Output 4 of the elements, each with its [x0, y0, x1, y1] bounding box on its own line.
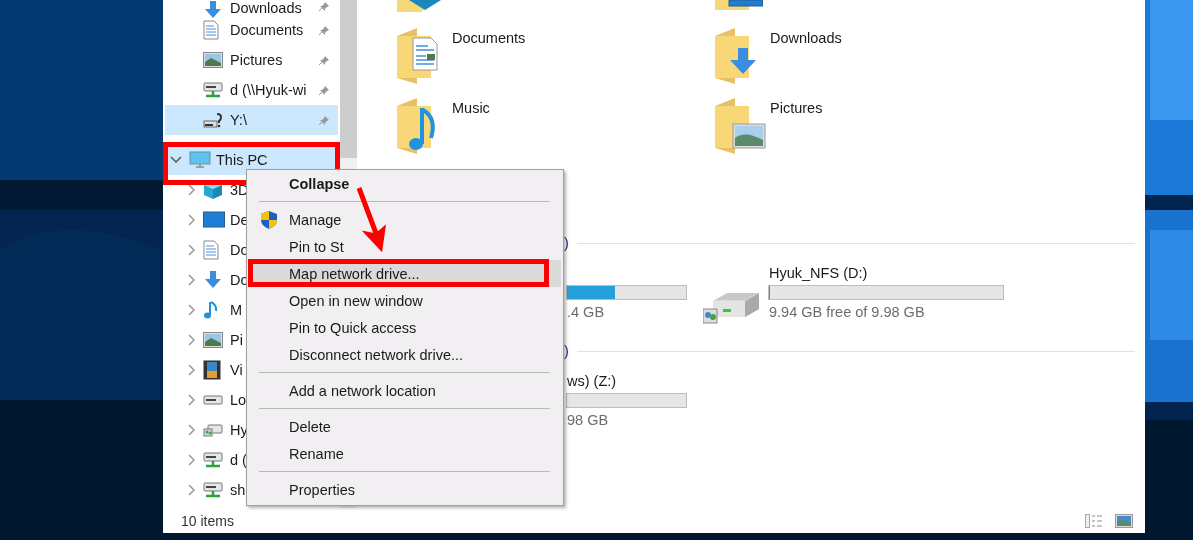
item-count: 10 items	[181, 512, 235, 529]
drive-space-text: 98 GB	[567, 412, 610, 428]
drive-space-text: .4 GB	[567, 304, 606, 320]
drive-space-text: 9.94 GB free of 9.98 GB	[769, 304, 926, 320]
